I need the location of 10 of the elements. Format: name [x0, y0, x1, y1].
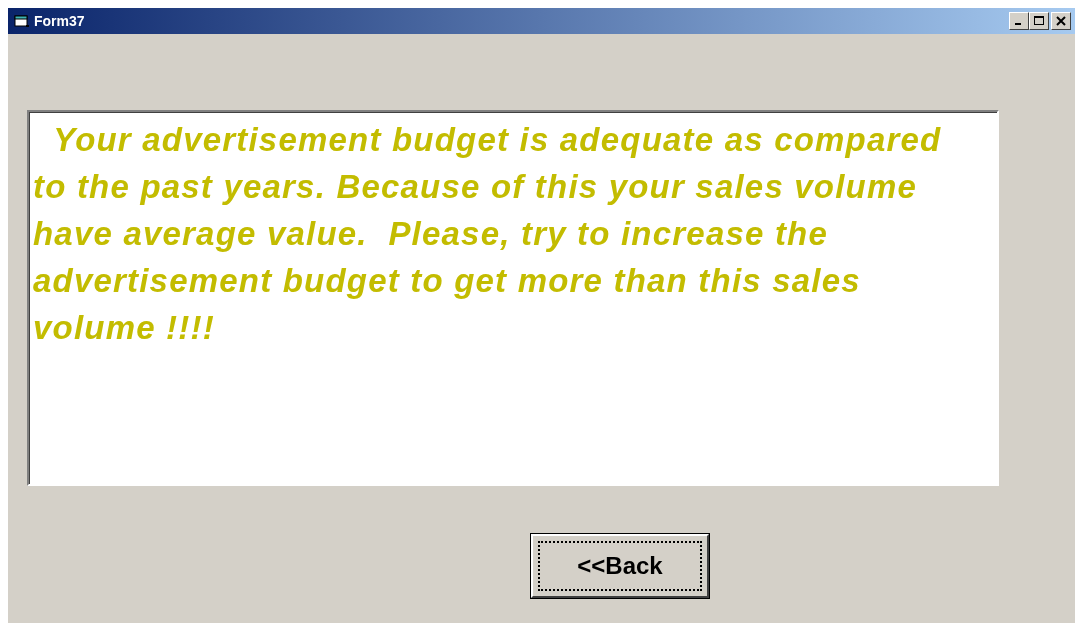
message-text: Your advertisement budget is adequate as compared to the past years. Because of this your sales volume have average value. Please, try to increase the advertisement budget to get more than this sales volume !!!! — [27, 110, 999, 486]
close-icon — [1055, 15, 1067, 27]
maximize-button[interactable] — [1029, 12, 1049, 30]
window-title: Form37 — [34, 13, 86, 29]
minimize-button[interactable] — [1009, 12, 1029, 30]
minimize-icon — [1015, 23, 1021, 25]
close-button[interactable] — [1051, 12, 1071, 30]
back-button[interactable]: <<Back — [531, 534, 709, 598]
form-icon — [14, 14, 30, 28]
maximize-icon — [1033, 15, 1045, 27]
